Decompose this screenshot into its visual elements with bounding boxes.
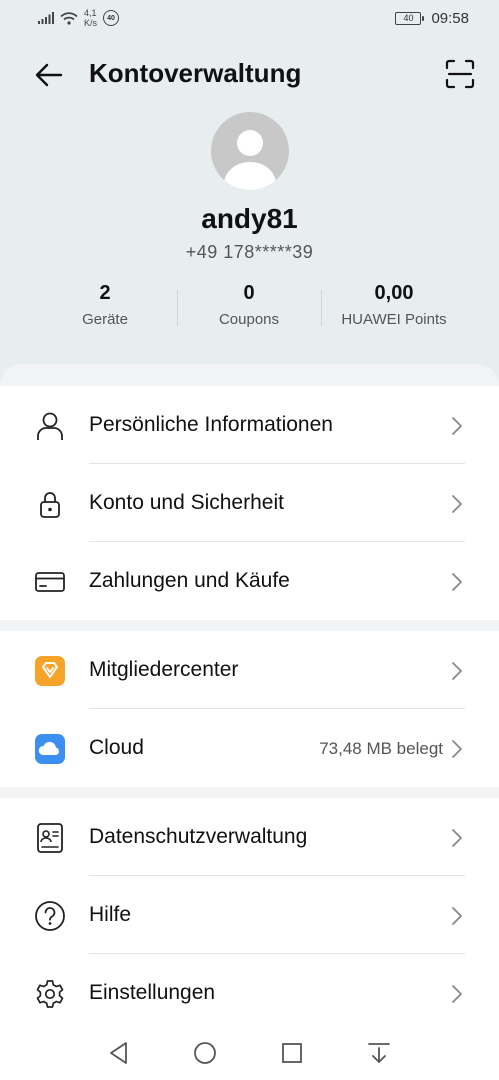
chevron-right-icon — [452, 495, 462, 513]
clock: 09:58 — [431, 9, 469, 27]
chevron-right-icon — [452, 740, 462, 758]
chevron-right-icon — [452, 662, 462, 680]
menu-item-label: Mitgliedercenter — [89, 658, 239, 681]
stat-devices[interactable]: 2 Geräte — [65, 282, 145, 328]
account-stats: 2 Geräte 0 Coupons 0,00 HUAWEI Points — [0, 282, 499, 342]
stat-value: 0 — [243, 282, 255, 304]
status-bar: 4,1 K/s 40 40 09:58 — [0, 0, 499, 36]
menu-item-label: Datenschutzverwaltung — [89, 825, 308, 848]
status-badge: 40 — [103, 10, 120, 26]
menu-group-services: Mitgliedercenter Cloud 73,48 MB belegt — [0, 631, 499, 787]
cloud-storage-usage: 73,48 MB belegt — [319, 739, 443, 758]
privacy-icon — [37, 823, 63, 853]
stat-value: 0,00 — [374, 282, 414, 304]
default-avatar-icon — [224, 130, 276, 190]
chevron-right-icon — [452, 417, 462, 435]
nav-home-icon[interactable] — [192, 1040, 218, 1066]
credit-card-icon — [35, 572, 65, 592]
stat-label: Geräte — [82, 311, 128, 328]
person-icon — [37, 412, 63, 440]
stat-label: HUAWEI Points — [341, 311, 447, 328]
menu-item-label: Cloud — [89, 736, 144, 759]
chevron-right-icon — [452, 985, 462, 1003]
menu-item-help[interactable]: Hilfe — [0, 876, 499, 954]
scan-icon — [445, 59, 475, 89]
battery-icon: 40 — [395, 11, 425, 25]
menu-group-account: Persönliche Informationen Konto und Sich… — [0, 386, 499, 620]
nav-notifications-icon[interactable] — [366, 1040, 392, 1066]
network-speed: 4,1 K/s — [84, 8, 98, 28]
page-title: Kontoverwaltung — [89, 58, 302, 88]
lock-icon — [40, 492, 60, 518]
username: andy81 — [201, 203, 298, 234]
menu-item-label: Persönliche Informationen — [89, 413, 333, 436]
menu-item-label: Zahlungen und Käufe — [89, 569, 290, 592]
menu-item-settings[interactable]: Einstellungen — [0, 954, 499, 1032]
menu-item-privacy[interactable]: Datenschutzverwaltung — [0, 798, 499, 876]
phone-number: +49 178*****39 — [185, 242, 314, 262]
menu-item-cloud[interactable]: Cloud 73,48 MB belegt — [0, 709, 499, 787]
stat-value: 2 — [99, 282, 111, 304]
chevron-right-icon — [452, 573, 462, 591]
back-button[interactable] — [34, 60, 64, 90]
cloud-icon — [35, 734, 65, 764]
chevron-right-icon — [452, 829, 462, 847]
menu-item-label: Hilfe — [89, 903, 132, 926]
stat-label: Coupons — [218, 311, 280, 328]
help-icon — [35, 901, 65, 931]
system-nav-bar — [0, 1028, 499, 1080]
divider — [321, 290, 322, 326]
avatar[interactable] — [211, 112, 289, 190]
menu-item-payments[interactable]: Zahlungen und Käufe — [0, 542, 499, 620]
menu-item-personal-info[interactable]: Persönliche Informationen — [0, 386, 499, 464]
nav-back-icon[interactable] — [106, 1040, 132, 1066]
stat-points[interactable]: 0,00 HUAWEI Points — [330, 282, 458, 328]
arrow-left-icon — [35, 63, 63, 87]
diamond-icon — [35, 656, 65, 686]
menu-item-label: Konto und Sicherheit — [89, 491, 284, 514]
wifi-icon — [60, 11, 78, 25]
chevron-right-icon — [452, 907, 462, 925]
menu-item-member-center[interactable]: Mitgliedercenter — [0, 631, 499, 709]
scan-button[interactable] — [444, 58, 476, 90]
settings-icon — [36, 980, 64, 1008]
nav-recents-icon[interactable] — [279, 1040, 305, 1066]
menu-item-label: Einstellungen — [89, 981, 216, 1004]
app-header: Kontoverwaltung — [0, 52, 499, 96]
stat-coupons[interactable]: 0 Coupons — [204, 282, 294, 328]
settings-card: Persönliche Informationen Konto und Sich… — [0, 364, 499, 1080]
divider — [177, 290, 178, 326]
signal-icon — [38, 12, 54, 24]
menu-item-account-security[interactable]: Konto und Sicherheit — [0, 464, 499, 542]
